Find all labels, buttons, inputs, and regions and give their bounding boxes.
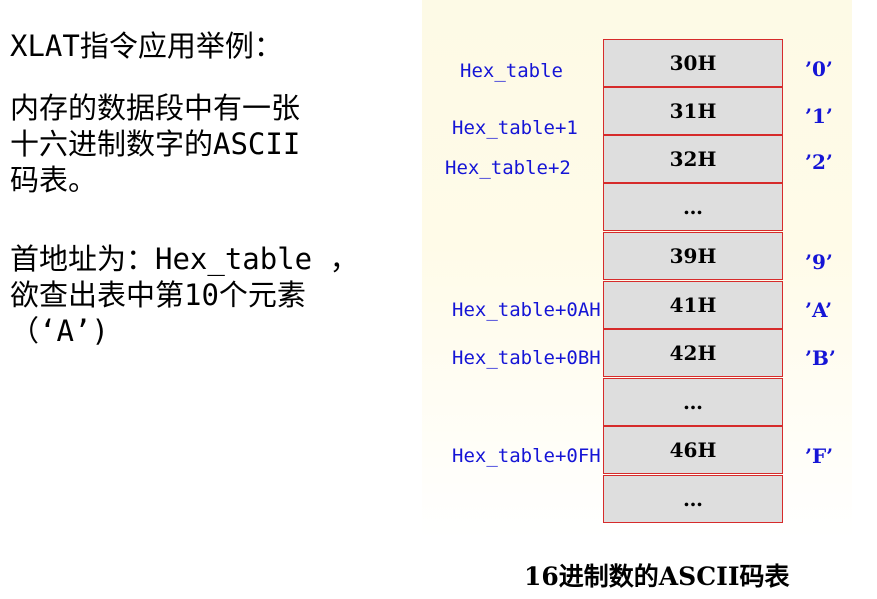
address-label: Hex_table+0BH: [452, 347, 601, 369]
memory-cell: 32H: [603, 135, 783, 183]
memory-cell: …: [603, 183, 783, 231]
address-label: Hex_table+0AH: [452, 299, 601, 321]
memory-cell: …: [603, 475, 783, 523]
memory-cell: 46H: [603, 426, 783, 474]
ascii-char-label: ’1’: [805, 104, 833, 128]
ascii-char-label: ’F’: [805, 444, 834, 468]
memory-cell: …: [603, 378, 783, 426]
table-description: 内存的数据段中有一张 十六进制数字的ASCII 码表。: [10, 91, 301, 197]
ascii-char-label: ’0’: [805, 57, 833, 81]
ascii-char-label: ’9’: [805, 250, 833, 274]
base-address-note: 首地址为：Hex_table ， 欲查出表中第10个元素 （‘A’): [10, 242, 359, 348]
memory-cell: 30H: [603, 39, 783, 87]
ascii-char-label: ’B’: [805, 346, 836, 370]
address-label: Hex_table+1: [452, 117, 578, 139]
table-caption: 16进制数的ASCII码表: [524, 562, 790, 591]
slide-title: XLAT指令应用举例：: [10, 29, 283, 63]
ascii-char-label: ’A’: [805, 298, 833, 322]
memory-cell: 39H: [603, 232, 783, 280]
address-label: Hex_table+0FH: [452, 445, 601, 467]
memory-cell: 31H: [603, 87, 783, 135]
address-label: Hex_table+2: [445, 157, 571, 179]
memory-cell: 42H: [603, 329, 783, 377]
memory-cell: 41H: [603, 281, 783, 329]
ascii-char-label: ’2’: [805, 150, 833, 174]
address-label: Hex_table: [460, 60, 563, 82]
